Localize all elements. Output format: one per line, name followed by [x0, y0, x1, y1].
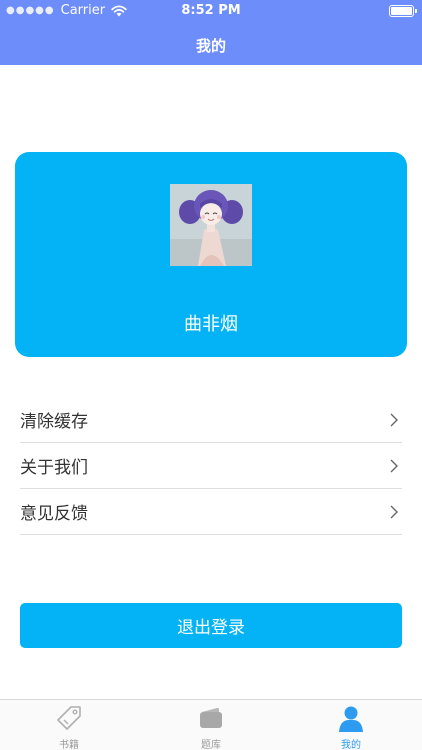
avatar[interactable] — [170, 184, 252, 266]
logout-button[interactable]: 退出登录 — [20, 603, 402, 648]
menu-item-label: 清除缓存 — [20, 412, 88, 432]
menu-item-about-us[interactable]: 关于我们 — [20, 443, 402, 489]
menu-item-label: 关于我们 — [20, 458, 88, 478]
tab-label: 题库 — [201, 740, 221, 750]
status-bar: ●●●●● Carrier 8:52 PM — [0, 0, 422, 22]
tab-label: 我的 — [341, 740, 361, 750]
tab-question-bank[interactable]: 题库 — [181, 704, 241, 750]
battery-level — [391, 7, 412, 15]
battery-icon — [389, 5, 417, 17]
chevron-right-icon — [390, 459, 398, 473]
menu-item-label: 意见反馈 — [20, 504, 88, 524]
tab-books[interactable]: 书籍 — [39, 704, 99, 750]
status-time: 8:52 PM — [181, 3, 241, 18]
avatar-image — [170, 184, 252, 266]
menu-item-feedback[interactable]: 意见反馈 — [20, 489, 402, 535]
settings-menu: 清除缓存 关于我们 意见反馈 — [20, 397, 402, 535]
profile-card: 曲非烟 — [15, 152, 407, 357]
page-title: 我的 — [195, 37, 226, 55]
navigation-header: ●●●●● Carrier 8:52 PM 我的 — [0, 0, 422, 65]
chevron-right-icon — [390, 505, 398, 519]
tag-icon — [57, 706, 81, 730]
person-icon — [339, 706, 363, 732]
tab-mine[interactable]: 我的 — [321, 704, 381, 750]
chevron-right-icon — [390, 413, 398, 427]
tab-label: 书籍 — [59, 740, 79, 750]
wallet-icon — [200, 707, 222, 728]
user-name: 曲非烟 — [184, 314, 238, 335]
tab-bar: 书籍 题库 我的 — [0, 699, 422, 750]
menu-item-clear-cache[interactable]: 清除缓存 — [20, 397, 402, 443]
